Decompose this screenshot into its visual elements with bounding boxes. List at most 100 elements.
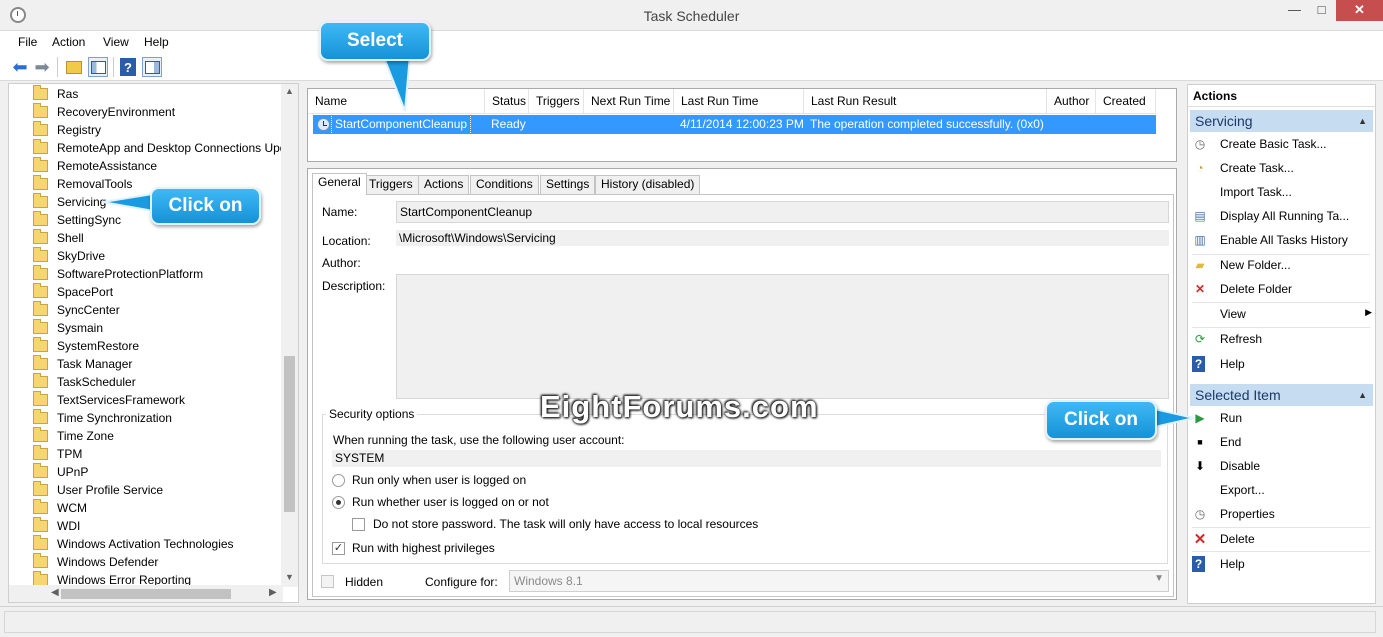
action-refresh[interactable]: ⟳ Refresh [1192, 328, 1372, 350]
tree-item[interactable]: RemoteApp and Desktop Connections Upd [33, 139, 286, 157]
tab-conditions[interactable]: Conditions [470, 175, 539, 194]
highest-privileges-checkbox[interactable]: ✓ [332, 542, 345, 555]
scroll-right-icon[interactable]: ▶ [269, 587, 277, 598]
action-disable[interactable]: ⬇ Disable [1192, 455, 1372, 477]
actions-section-servicing[interactable]: Servicing ▲ [1190, 110, 1373, 132]
show-hide-console-tree-icon[interactable] [88, 57, 108, 77]
tree-item[interactable]: SyncCenter [33, 301, 120, 319]
scroll-thumb[interactable] [284, 356, 295, 512]
tree-item[interactable]: Time Synchronization [33, 409, 172, 427]
action-enable-history[interactable]: ▥ Enable All Tasks History [1192, 229, 1372, 251]
action-label: Create Task... [1220, 161, 1294, 175]
action-help[interactable]: ? Help [1192, 353, 1372, 375]
column-header-status[interactable]: Status [485, 89, 529, 114]
column-header-author[interactable]: Author [1047, 89, 1096, 114]
folder-icon [33, 175, 48, 190]
close-button[interactable]: ✕ [1336, 0, 1383, 21]
tree-item-servicing[interactable]: Servicing [33, 193, 106, 211]
tree-item[interactable]: TextServicesFramework [33, 391, 185, 409]
forward-arrow-icon[interactable]: ➡ [32, 57, 52, 77]
column-header-last-run-result[interactable]: Last Run Result [804, 89, 1047, 114]
tab-triggers[interactable]: Triggers [363, 175, 419, 194]
actions-pane-title: Actions [1188, 85, 1375, 107]
back-arrow-icon[interactable]: ⬅ [10, 57, 30, 77]
display-running-icon: ▤ [1194, 209, 1206, 223]
actions-section-selected-item[interactable]: Selected Item ▲ [1190, 384, 1373, 406]
tree-item[interactable]: TPM [33, 445, 82, 463]
tree-item[interactable]: Time Zone [33, 427, 114, 445]
tree-item[interactable]: UPnP [33, 463, 88, 481]
collapse-icon[interactable]: ▲ [1358, 110, 1367, 132]
table-row-selected[interactable]: StartComponentCleanup Ready 4/11/2014 12… [313, 114, 1156, 135]
tab-actions[interactable]: Actions [418, 175, 470, 194]
action-import-task[interactable]: Import Task... [1192, 181, 1372, 203]
tree-item[interactable]: Ras [33, 85, 78, 103]
tab-settings[interactable]: Settings [540, 175, 596, 194]
column-header-next-run-time[interactable]: Next Run Time [584, 89, 674, 114]
do-not-store-password-checkbox[interactable] [352, 518, 365, 531]
tree-horizontal-scrollbar[interactable]: ◀ ▶ [9, 585, 283, 602]
tree-item[interactable]: WCM [33, 499, 87, 517]
action-end[interactable]: ■ End [1192, 431, 1372, 453]
show-hide-action-pane-icon[interactable] [142, 57, 162, 77]
tree-item[interactable]: Shell [33, 229, 84, 247]
action-new-folder[interactable]: ▰ New Folder... [1192, 254, 1372, 276]
column-header-triggers[interactable]: Triggers [529, 89, 584, 114]
help-icon[interactable]: ? [120, 58, 136, 76]
tree-vertical-scrollbar[interactable]: ▲ ▼ [281, 84, 298, 587]
description-field[interactable] [396, 274, 1169, 399]
tree-item[interactable]: RemoteAssistance [33, 157, 157, 175]
column-header-last-run-time[interactable]: Last Run Time [674, 89, 804, 114]
console-tree[interactable]: Ras RecoveryEnvironment Registry RemoteA… [8, 83, 299, 603]
action-help-selected[interactable]: ? Help [1192, 553, 1372, 575]
tree-item[interactable]: Windows Defender [33, 553, 158, 571]
run-logged-on-radio[interactable] [332, 474, 345, 487]
up-folder-icon[interactable] [64, 57, 84, 77]
action-display-running[interactable]: ▤ Display All Running Ta... [1192, 205, 1372, 227]
hidden-checkbox[interactable] [321, 575, 334, 588]
action-properties[interactable]: ◷ Properties [1192, 503, 1372, 525]
menu-file[interactable]: File [18, 35, 37, 49]
eightforums-watermark: EightForums.com [540, 389, 819, 424]
tree-item[interactable]: Registry [33, 121, 101, 139]
tree-item[interactable]: SpacePort [33, 283, 113, 301]
tree-item[interactable]: SoftwareProtectionPlatform [33, 265, 203, 283]
menu-action[interactable]: Action [52, 35, 85, 49]
column-header-created[interactable]: Created [1096, 89, 1156, 114]
tab-general[interactable]: General [312, 173, 367, 195]
action-create-task[interactable]: ◔ Create Task... [1192, 157, 1372, 179]
scroll-left-icon[interactable]: ◀ [51, 587, 59, 598]
configure-for-select[interactable]: Windows 8.1 ▼ [509, 570, 1169, 592]
maximize-button[interactable]: □ [1308, 0, 1335, 21]
action-label: Delete [1220, 532, 1255, 546]
run-whether-radio[interactable] [332, 496, 345, 509]
action-delete-folder[interactable]: ✕ Delete Folder [1192, 278, 1372, 300]
scroll-thumb[interactable] [61, 589, 231, 599]
scroll-up-icon[interactable]: ▲ [281, 86, 298, 96]
tree-item[interactable]: User Profile Service [33, 481, 163, 499]
tree-item[interactable]: SkyDrive [33, 247, 105, 265]
action-export[interactable]: Export... [1192, 479, 1372, 501]
tree-item[interactable]: Windows Activation Technologies [33, 535, 234, 553]
tree-item[interactable]: Task Manager [33, 355, 132, 373]
action-view[interactable]: View ▶ [1192, 303, 1372, 325]
menu-help[interactable]: Help [144, 35, 169, 49]
tree-item-label: Task Manager [57, 357, 133, 371]
name-field[interactable]: StartComponentCleanup [396, 201, 1169, 223]
tree-item[interactable]: RemovalTools [33, 175, 132, 193]
collapse-icon[interactable]: ▲ [1358, 384, 1367, 406]
minimize-button[interactable]: — [1281, 0, 1308, 21]
scroll-down-icon[interactable]: ▼ [281, 572, 298, 582]
actions-divider [1192, 551, 1370, 552]
action-delete[interactable]: ✕ Delete [1192, 528, 1372, 550]
action-create-basic-task[interactable]: ◷ Create Basic Task... [1192, 133, 1372, 155]
tree-item[interactable]: Sysmain [33, 319, 103, 337]
folder-icon [33, 247, 48, 262]
tree-item[interactable]: RecoveryEnvironment [33, 103, 175, 121]
tab-history[interactable]: History (disabled) [595, 175, 701, 194]
menu-view[interactable]: View [103, 35, 129, 49]
tree-item[interactable]: SystemRestore [33, 337, 139, 355]
tree-item[interactable]: WDI [33, 517, 80, 535]
action-run[interactable]: ▶ Run [1192, 407, 1372, 429]
tree-item[interactable]: TaskScheduler [33, 373, 136, 391]
